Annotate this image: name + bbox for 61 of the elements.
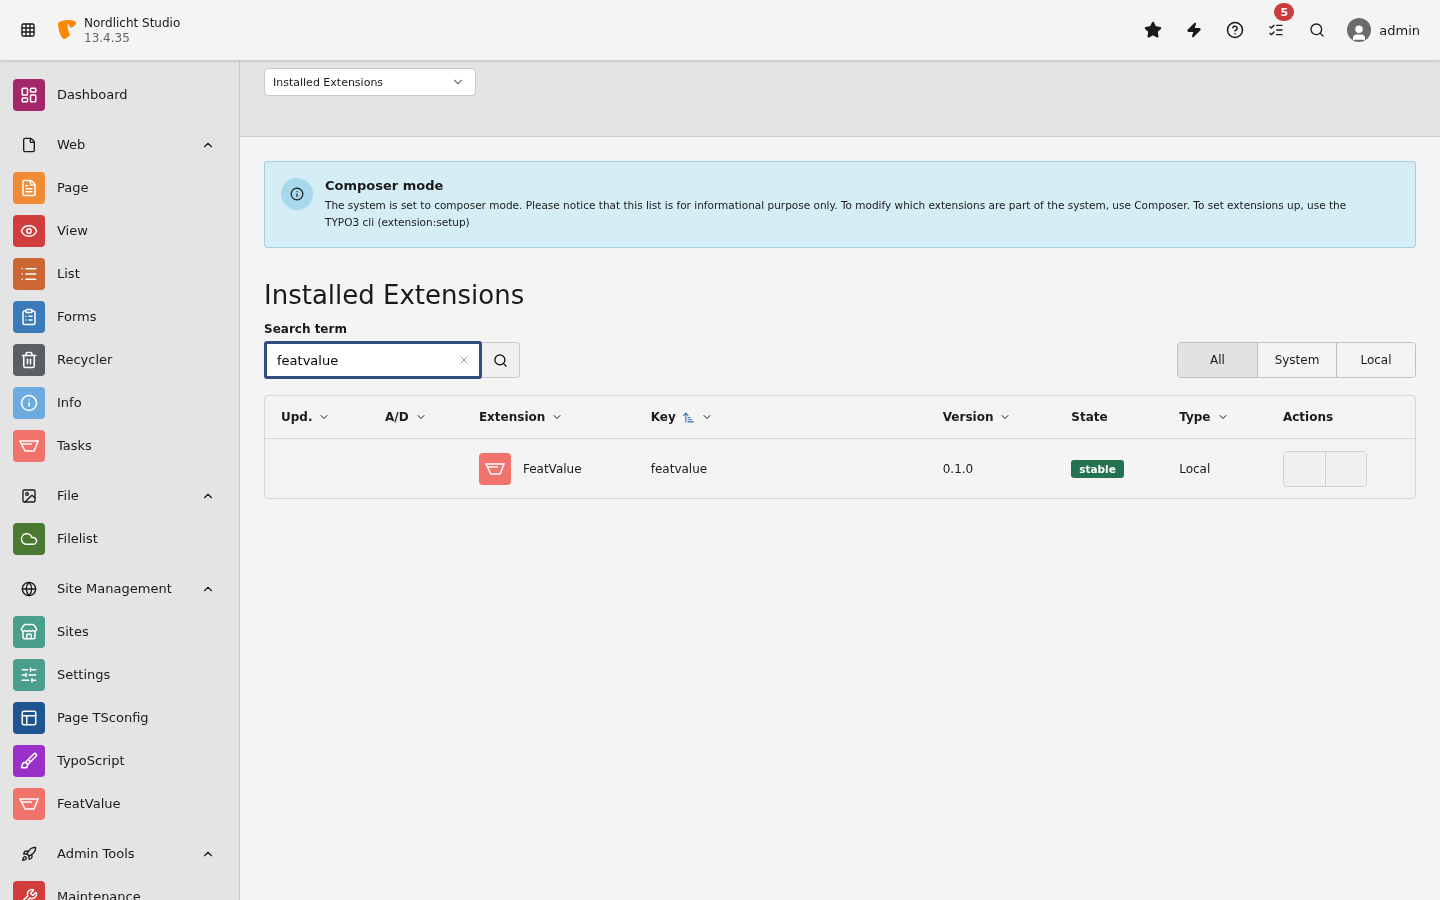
column-header[interactable]: Extension — [478, 410, 564, 424]
group-header[interactable]: Admin Tools — [0, 832, 239, 875]
module-link[interactable]: Forms — [0, 295, 239, 338]
file-icon — [21, 136, 37, 153]
column-header[interactable]: A/D — [384, 410, 427, 424]
user-menu-button[interactable]: admin — [1337, 18, 1420, 42]
lightning-icon — [1185, 22, 1202, 38]
search-icon — [1308, 22, 1325, 38]
search-label: Search term — [264, 322, 348, 336]
rocket-icon — [21, 845, 37, 862]
table-cell: Local — [1179, 461, 1211, 476]
search-submit-button[interactable] — [482, 342, 520, 378]
column-header: Actions — [1282, 410, 1334, 424]
callout-text: The system is set to composer mode. Please notice that this list is for informational purpose only. To modify which extensions are part of the system, use Composer. To set extensions up, use the TYPO3 cli (extension:setup) — [325, 198, 1348, 230]
search-field[interactable]: featvalue — [264, 341, 482, 379]
notification-badge: 5 — [1274, 3, 1295, 21]
page-heading: Installed Extensions — [264, 280, 526, 310]
list-icon — [1267, 22, 1284, 38]
group-header[interactable]: File — [0, 474, 239, 517]
module-link[interactable]: View — [0, 209, 239, 252]
view-select[interactable]: Installed Extensions — [264, 68, 476, 96]
state-badge: stable — [1071, 459, 1124, 478]
avatar-icon — [1347, 18, 1372, 42]
help-icon — [1225, 21, 1244, 39]
module-link[interactable]: Recycler — [0, 338, 239, 381]
module-link[interactable]: Page TSconfig — [0, 696, 239, 739]
table-cell: 0.1.0 — [942, 461, 974, 476]
group-header[interactable]: Site Management — [0, 567, 239, 610]
module-link[interactable]: Info — [0, 381, 239, 424]
module-link[interactable]: List — [0, 252, 239, 295]
search-icon — [493, 352, 508, 368]
callout-title: Composer mode — [325, 178, 445, 193]
module-link[interactable]: Sites — [0, 610, 239, 653]
module-link[interactable]: TypoScript — [0, 739, 239, 782]
module-link[interactable]: Filelist — [0, 517, 239, 560]
star-icon — [1143, 21, 1162, 39]
clear-icon[interactable] — [458, 354, 470, 366]
grid-icon — [20, 22, 36, 38]
module-link[interactable]: FeatValue — [0, 782, 239, 825]
trapezoid-icon — [484, 461, 505, 476]
column-header: State — [1071, 410, 1108, 424]
module-link[interactable]: Tasks — [0, 424, 239, 467]
filter-button[interactable]: All — [1178, 343, 1257, 377]
filter-button[interactable]: Local — [1336, 343, 1415, 377]
column-header[interactable]: Key — [650, 410, 713, 424]
globe-icon — [21, 580, 37, 597]
module-link[interactable]: Page — [0, 166, 239, 209]
version-text: 13.4.35 — [84, 30, 131, 45]
module-link[interactable]: Settings — [0, 653, 239, 696]
sort-icon — [681, 410, 695, 424]
column-header[interactable]: Type — [1179, 410, 1229, 424]
logo-icon — [56, 19, 78, 41]
module-link[interactable]: Dashboard — [0, 73, 239, 116]
image-icon — [21, 487, 37, 504]
column-header[interactable]: Version — [942, 410, 1012, 424]
info-icon — [290, 187, 304, 201]
group-header[interactable]: Web — [0, 123, 239, 166]
table-cell: FeatValue — [522, 461, 582, 476]
column-header[interactable]: Upd. — [281, 410, 331, 424]
site-name: Nordlicht Studio — [84, 15, 181, 31]
table-cell: featvalue — [650, 461, 708, 476]
